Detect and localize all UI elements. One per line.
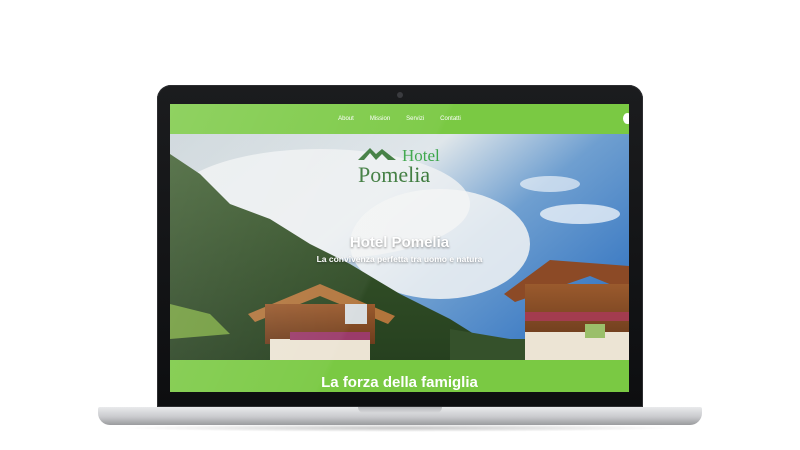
hero-title: Hotel Pomelia — [349, 234, 450, 251]
nav-item-mission[interactable]: Mission — [370, 116, 390, 122]
mountain-icon — [358, 148, 396, 160]
logo-word-pomelia: Pomelia — [358, 162, 431, 187]
section-header: La forza della famiglia — [170, 360, 629, 392]
hero-subtitle: La convivenza perfetta tra uomo e natura — [316, 254, 483, 264]
top-navbar: About Mission Servizi Contatti — [170, 104, 629, 134]
laptop-notch — [358, 407, 442, 413]
nav-item-about[interactable]: About — [338, 116, 354, 122]
hero-section: Hotel Pomelia Hotel Pomelia La convivenz… — [170, 134, 629, 362]
section-title: La forza della famiglia — [321, 374, 478, 391]
hotel-logo[interactable]: Hotel Pomelia — [358, 142, 448, 187]
nav-item-contatti[interactable]: Contatti — [440, 116, 461, 122]
nav-item-servizi[interactable]: Servizi — [406, 116, 424, 122]
menu-toggle-icon[interactable] — [623, 113, 629, 124]
camera-icon — [397, 92, 403, 98]
laptop-shadow — [120, 424, 680, 432]
screen: About Mission Servizi Contatti Hotel Pom… — [170, 104, 629, 392]
